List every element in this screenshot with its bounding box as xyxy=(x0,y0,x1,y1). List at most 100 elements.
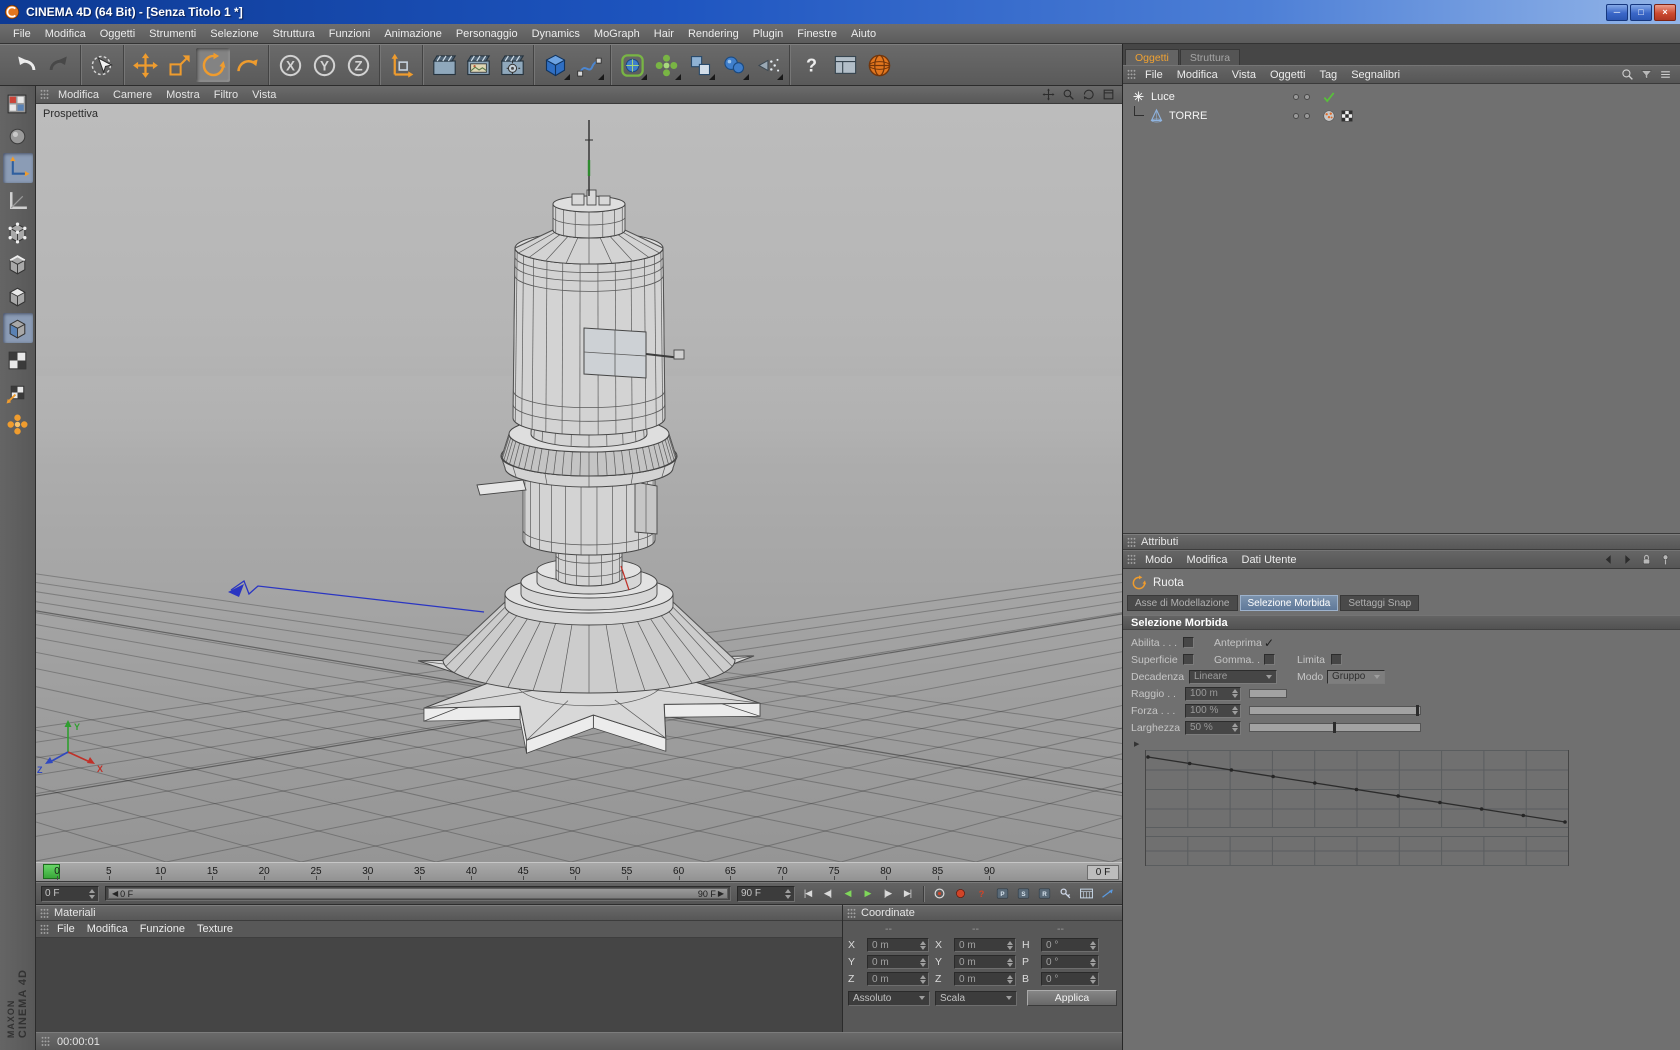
forza-field[interactable]: 100 % xyxy=(1185,703,1241,718)
axis-x-lock-icon[interactable]: X xyxy=(273,48,307,82)
content-browser-icon[interactable] xyxy=(828,48,862,82)
panel-grip-icon[interactable] xyxy=(40,923,49,935)
axis-z-lock-icon[interactable]: Z xyxy=(341,48,375,82)
gomma-checkbox[interactable] xyxy=(1264,654,1275,665)
materials-list-empty[interactable] xyxy=(36,938,842,1032)
points-mode-icon[interactable] xyxy=(3,217,33,247)
object-row-luce[interactable]: Luce xyxy=(1123,87,1680,106)
coordinate-field-x-1[interactable]: 0 m xyxy=(954,938,1016,952)
prev-frame-icon[interactable]: ◀| xyxy=(818,885,837,902)
render-view-icon[interactable] xyxy=(427,48,461,82)
limita-checkbox[interactable] xyxy=(1331,654,1342,665)
toggle-view-icon[interactable] xyxy=(1100,88,1116,102)
key-scale-icon[interactable]: S xyxy=(1014,885,1033,902)
texture-tag-icon[interactable] xyxy=(1339,108,1354,123)
animation-mode-icon[interactable] xyxy=(2,313,33,343)
object-name[interactable]: TORRE xyxy=(1169,110,1207,122)
coordinate-system-icon[interactable] xyxy=(384,48,418,82)
object-axis-mode-icon[interactable] xyxy=(2,153,33,183)
timeline-ruler[interactable]: 0 5 10 15 20 25 30 35 40 45 50 55 60 65 70 75 80 85 90 0 F xyxy=(36,862,1122,882)
enabled-check-icon[interactable] xyxy=(1321,89,1336,104)
add-metaball-icon[interactable] xyxy=(717,48,751,82)
pan-view-icon[interactable] xyxy=(1040,88,1056,102)
minimize-button[interactable]: ─ xyxy=(1606,3,1628,21)
menu-dynamics[interactable]: Dynamics xyxy=(525,24,587,43)
coordinate-field-h-2[interactable]: 0 ° xyxy=(1041,938,1099,952)
goto-start-icon[interactable]: |◀ xyxy=(798,885,817,902)
workplane-icon[interactable] xyxy=(3,185,33,215)
add-subdivision-icon[interactable] xyxy=(615,48,649,82)
apply-button[interactable]: Applica xyxy=(1027,990,1117,1006)
coordinate-field-y-0[interactable]: 0 m xyxy=(867,955,929,969)
menu-plugin[interactable]: Plugin xyxy=(746,24,791,43)
texture-mode-icon[interactable] xyxy=(3,345,33,375)
coordinate-field-b-2[interactable]: 0 ° xyxy=(1041,972,1099,986)
menu-selezione[interactable]: Selezione xyxy=(203,24,265,43)
visibility-toggles[interactable] xyxy=(1293,112,1310,119)
menu-vista[interactable]: Vista xyxy=(245,89,283,101)
selection-filter-icon[interactable] xyxy=(3,409,33,439)
panel-grip-icon[interactable] xyxy=(1127,69,1136,80)
panel-grip-icon[interactable] xyxy=(40,89,49,100)
viewport-canvas[interactable]: Y X Z Prospettiva xyxy=(36,104,1122,862)
menu-struttura[interactable]: Struttura xyxy=(266,24,322,43)
coordinate-field-y-1[interactable]: 0 m xyxy=(954,955,1016,969)
add-boole-icon[interactable] xyxy=(683,48,717,82)
close-button[interactable]: × xyxy=(1654,3,1676,21)
play-forward-icon[interactable]: ▶ xyxy=(858,885,877,902)
key-parameter-icon[interactable] xyxy=(1056,885,1075,902)
coordinate-scale-dropdown[interactable]: Scala xyxy=(935,990,1017,1006)
add-cube-icon[interactable] xyxy=(538,48,572,82)
online-updater-icon[interactable] xyxy=(862,48,896,82)
render-settings-icon[interactable] xyxy=(495,48,529,82)
record-keyframe-icon[interactable] xyxy=(930,885,949,902)
larghezza-field[interactable]: 50 % xyxy=(1185,720,1241,735)
model-mode-icon[interactable] xyxy=(3,121,33,151)
play-backward-icon[interactable]: ◀ xyxy=(838,885,857,902)
tab-selezione-morbida[interactable]: Selezione Morbida xyxy=(1239,595,1339,611)
menu-modifica[interactable]: Modifica xyxy=(38,24,93,43)
raggio-mini-slider[interactable] xyxy=(1249,689,1287,698)
menu-mostra[interactable]: Mostra xyxy=(159,89,207,101)
phong-tag-icon[interactable] xyxy=(1321,108,1336,123)
coordinate-field-z-0[interactable]: 0 m xyxy=(867,972,929,986)
curve-expander-icon[interactable]: ▶ xyxy=(1123,736,1680,750)
zoom-view-icon[interactable] xyxy=(1060,88,1076,102)
timeline-scrubber[interactable]: ◀ 0 F 90 F ▶ xyxy=(105,886,731,901)
menu-funzioni[interactable]: Funzioni xyxy=(322,24,378,43)
search-icon[interactable] xyxy=(1620,68,1635,82)
menu-funzione[interactable]: Funzione xyxy=(134,923,191,935)
larghezza-slider[interactable] xyxy=(1249,722,1421,733)
tab-struttura[interactable]: Struttura xyxy=(1179,49,1241,65)
move-tool-icon[interactable] xyxy=(128,48,162,82)
panel-grip-icon[interactable] xyxy=(1127,536,1136,548)
render-visibility-dot[interactable] xyxy=(1304,93,1310,100)
autokey-icon[interactable] xyxy=(951,885,970,902)
help-icon[interactable]: ? xyxy=(794,48,828,82)
add-particles-icon[interactable] xyxy=(751,48,785,82)
recent-tool-icon[interactable] xyxy=(230,48,264,82)
object-name[interactable]: Luce xyxy=(1151,91,1175,103)
goto-end-icon[interactable]: ▶| xyxy=(898,885,917,902)
lock-icon[interactable] xyxy=(1639,553,1654,567)
tab-oggetti[interactable]: Oggetti xyxy=(1125,49,1179,65)
texture-axis-mode-icon[interactable] xyxy=(3,377,33,407)
menu-oggetti[interactable]: Oggetti xyxy=(93,24,142,43)
menu-modifica[interactable]: Modifica xyxy=(51,89,106,101)
menu-modifica[interactable]: Modifica xyxy=(1180,554,1235,566)
coordinate-field-z-1[interactable]: 0 m xyxy=(954,972,1016,986)
menu-file[interactable]: File xyxy=(1138,69,1170,81)
section-header[interactable]: Selezione Morbida xyxy=(1123,615,1680,630)
menu-dati-utente[interactable]: Dati Utente xyxy=(1235,554,1304,566)
panel-grip-icon[interactable] xyxy=(847,907,856,919)
range-end-grabber-icon[interactable]: ▶ xyxy=(718,889,724,898)
convert-icon[interactable] xyxy=(3,89,33,119)
panel-grip-icon[interactable] xyxy=(40,907,49,919)
forza-slider[interactable] xyxy=(1249,705,1421,716)
menu-strumenti[interactable]: Strumenti xyxy=(142,24,203,43)
menu-tag[interactable]: Tag xyxy=(1312,69,1344,81)
menu-modo[interactable]: Modo xyxy=(1138,554,1180,566)
menu-mograph[interactable]: MoGraph xyxy=(587,24,647,43)
cone-object-icon[interactable] xyxy=(1148,107,1165,124)
scale-tool-icon[interactable] xyxy=(162,48,196,82)
